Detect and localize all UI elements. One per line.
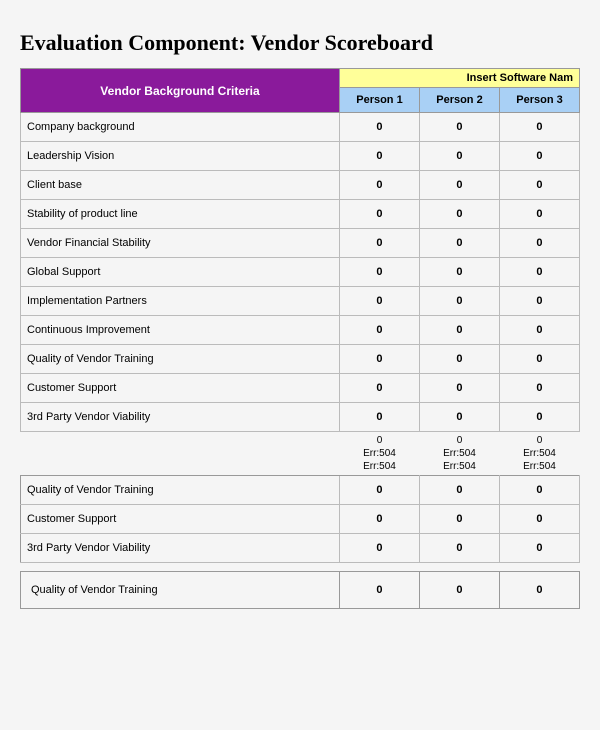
score-cell: 0 <box>499 287 579 316</box>
table-row: Customer Support000 <box>21 505 580 534</box>
score-cell: 0 <box>339 345 419 374</box>
page-title: Evaluation Component: Vendor Scoreboard <box>20 30 580 56</box>
table-row: Quality of Vendor Training000 <box>21 345 580 374</box>
criteria-label: Leadership Vision <box>21 142 340 171</box>
person-header-1: Person 1 <box>339 88 419 113</box>
score-cell: 0 <box>419 200 499 229</box>
score-cell: 0 <box>419 374 499 403</box>
criteria-label: Vendor Financial Stability <box>21 229 340 258</box>
score-cell: 0 <box>339 287 419 316</box>
score-cell: 0 <box>419 476 499 505</box>
score-cell: 0 <box>339 142 419 171</box>
score-cell: 0 <box>499 142 579 171</box>
criteria-header: Vendor Background Criteria <box>21 69 340 113</box>
table-row: Continuous Improvement000 <box>21 316 580 345</box>
person-header-2: Person 2 <box>419 88 499 113</box>
score-cell: 0 <box>499 171 579 200</box>
score-cell: 0 <box>499 374 579 403</box>
score-cell: 0 <box>419 142 499 171</box>
score-cell: 0 <box>419 229 499 258</box>
score-cell: 0 <box>419 505 499 534</box>
table-row: Quality of Vendor Training000 <box>21 572 580 609</box>
score-cell: 0 <box>419 171 499 200</box>
score-cell: 0 <box>499 345 579 374</box>
score-cell: 0 <box>419 113 499 142</box>
criteria-label: Company background <box>21 113 340 142</box>
score-cell: 0 <box>339 258 419 287</box>
criteria-label: Customer Support <box>21 374 340 403</box>
table-row: Quality of Vendor Training000 <box>21 476 580 505</box>
table-row: Vendor Financial Stability000 <box>21 229 580 258</box>
criteria-label: Client base <box>21 171 340 200</box>
criteria-label: Global Support <box>21 258 340 287</box>
score-cell: 0 <box>339 476 419 505</box>
scoreboard-table: Vendor Background Criteria Insert Softwa… <box>20 68 580 609</box>
criteria-label: 3rd Party Vendor Viability <box>21 534 340 563</box>
criteria-label: Stability of product line <box>21 200 340 229</box>
score-cell: 0 <box>499 534 579 563</box>
score-cell: 0 <box>339 113 419 142</box>
score-cell: 0 <box>339 374 419 403</box>
score-cell: 0 <box>419 287 499 316</box>
criteria-label: Continuous Improvement <box>21 316 340 345</box>
score-cell: 0 <box>499 476 579 505</box>
criteria-label: Quality of Vendor Training <box>21 476 340 505</box>
score-cell: 0 <box>499 505 579 534</box>
score-cell: 0 <box>419 403 499 432</box>
criteria-label: 3rd Party Vendor Viability <box>21 403 340 432</box>
score-cell: 0 <box>499 403 579 432</box>
score-cell: 0 <box>499 316 579 345</box>
error-cell: 0 Err:504 Err:504 <box>339 432 419 476</box>
criteria-label: Quality of Vendor Training <box>21 572 340 609</box>
score-cell: 0 <box>419 345 499 374</box>
error-cell: 0 Err:504 Err:504 <box>499 432 579 476</box>
software-name-header: Insert Software Nam <box>339 69 579 88</box>
table-row: 3rd Party Vendor Viability000 <box>21 534 580 563</box>
table-row: Global Support000 <box>21 258 580 287</box>
table-row: Company background000 <box>21 113 580 142</box>
score-cell: 0 <box>419 258 499 287</box>
error-row: 0 Err:504 Err:504 0 Err:504 Err:504 0 Er… <box>21 432 580 476</box>
table-row: Customer Support000 <box>21 374 580 403</box>
table-row: Stability of product line000 <box>21 200 580 229</box>
score-cell: 0 <box>499 572 579 609</box>
table-row: Client base000 <box>21 171 580 200</box>
score-cell: 0 <box>499 200 579 229</box>
criteria-label: Customer Support <box>21 505 340 534</box>
score-cell: 0 <box>499 229 579 258</box>
score-cell: 0 <box>339 229 419 258</box>
score-cell: 0 <box>339 534 419 563</box>
criteria-label: Quality of Vendor Training <box>21 345 340 374</box>
person-header-3: Person 3 <box>499 88 579 113</box>
table-row: Implementation Partners000 <box>21 287 580 316</box>
score-cell: 0 <box>339 572 419 609</box>
score-cell: 0 <box>419 316 499 345</box>
score-cell: 0 <box>419 572 499 609</box>
score-cell: 0 <box>499 258 579 287</box>
table-row: 3rd Party Vendor Viability000 <box>21 403 580 432</box>
score-cell: 0 <box>339 505 419 534</box>
criteria-label: Implementation Partners <box>21 287 340 316</box>
error-cell: 0 Err:504 Err:504 <box>419 432 499 476</box>
score-cell: 0 <box>339 200 419 229</box>
score-cell: 0 <box>419 534 499 563</box>
score-cell: 0 <box>339 403 419 432</box>
score-cell: 0 <box>339 171 419 200</box>
table-row: Leadership Vision000 <box>21 142 580 171</box>
score-cell: 0 <box>499 113 579 142</box>
score-cell: 0 <box>339 316 419 345</box>
